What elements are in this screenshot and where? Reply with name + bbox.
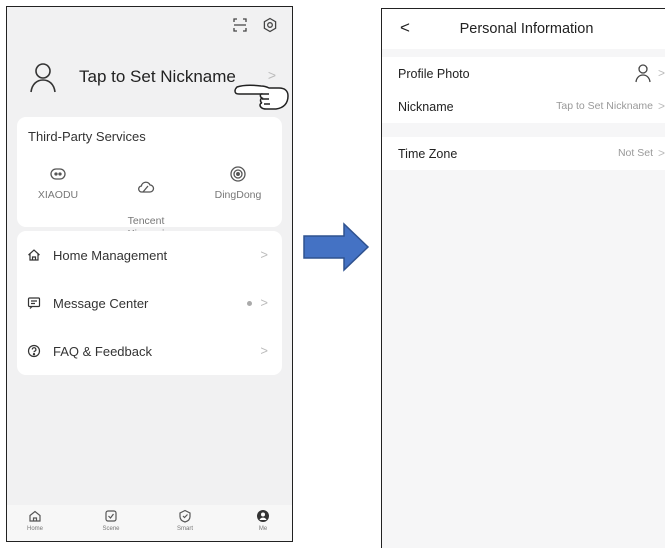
pointing-hand-icon <box>234 84 289 110</box>
service-label: DingDong <box>214 189 262 201</box>
time-zone-value: Not Set <box>617 147 653 159</box>
row-profile-photo[interactable]: Profile Photo > <box>382 57 665 90</box>
personal-information-screen: < Personal Information Profile Photo > N… <box>381 8 665 548</box>
top-actions <box>232 17 278 33</box>
service-xiaodu[interactable]: XIAODU <box>23 165 93 202</box>
avatar-icon <box>635 64 651 83</box>
chevron-right-icon: > <box>657 99 665 113</box>
row-label: Time Zone <box>398 146 458 161</box>
menu-item-home-management[interactable]: Home Management > <box>17 235 282 275</box>
menu-label: Home Management <box>53 247 168 263</box>
row-time-zone[interactable]: Time Zone Not Set > <box>382 137 665 170</box>
row-nickname[interactable]: Nickname Tap to Set Nickname > <box>382 90 665 123</box>
unread-dot <box>247 301 252 306</box>
tab-label: Smart <box>176 526 193 532</box>
nickname-value: Tap to Set Nickname <box>556 100 653 112</box>
tab-label: Home <box>26 526 43 532</box>
bottom-tab-bar: Home Scene Smart Me <box>7 505 292 541</box>
chevron-right-icon: > <box>260 295 268 310</box>
scene-tab-icon <box>105 510 117 522</box>
row-label: Profile Photo <box>398 66 470 81</box>
tab-label: Scene <box>102 526 120 532</box>
time-zone-group: Time Zone Not Set > <box>382 137 665 170</box>
help-icon <box>27 344 41 358</box>
home-tab-icon <box>29 510 41 522</box>
menu-label: Message Center <box>53 295 149 311</box>
chevron-right-icon: > <box>657 66 665 80</box>
chevron-right-icon: > <box>657 146 665 160</box>
me-screen: Tap to Set Nickname > Third-Party Servic… <box>6 6 293 542</box>
tencent-xiaowei-icon <box>138 181 155 193</box>
smart-tab-icon <box>179 509 191 523</box>
row-label: Nickname <box>398 99 454 114</box>
page-title: Personal Information <box>459 21 594 37</box>
chevron-right-icon: > <box>260 247 268 262</box>
home-icon <box>28 249 40 261</box>
menu-label: FAQ & Feedback <box>53 343 152 359</box>
menu-card: Home Management > Message Center > FAQ &… <box>17 231 282 375</box>
service-dingdong[interactable]: DingDong <box>203 165 273 202</box>
transition-arrow <box>303 222 370 272</box>
message-icon <box>27 297 41 309</box>
avatar-icon <box>29 61 57 93</box>
chevron-right-icon: > <box>260 343 268 358</box>
dingdong-icon <box>230 166 246 182</box>
me-tab-icon <box>257 510 269 522</box>
xiaodu-icon <box>50 168 66 180</box>
tab-me[interactable]: Me <box>243 509 283 532</box>
tab-smart[interactable]: Smart <box>165 509 205 532</box>
tab-scene[interactable]: Scene <box>91 509 131 532</box>
tab-label: Me <box>258 526 268 532</box>
third-party-services-title: Third-Party Services <box>28 129 146 144</box>
menu-item-faq-feedback[interactable]: FAQ & Feedback > <box>17 331 282 371</box>
tab-home[interactable]: Home <box>15 509 55 532</box>
profile-group: Profile Photo > Nickname Tap to Set Nick… <box>382 57 665 123</box>
menu-item-message-center[interactable]: Message Center > <box>17 283 282 323</box>
nickname-prompt[interactable]: Tap to Set Nickname <box>79 67 236 87</box>
service-label: XIAODU <box>37 189 79 201</box>
third-party-services-card: Third-Party Services XIAODU Tencent Xiao… <box>17 117 282 240</box>
settings-icon[interactable] <box>262 17 278 33</box>
header: < Personal Information <box>382 9 665 49</box>
scan-icon[interactable] <box>232 17 248 33</box>
